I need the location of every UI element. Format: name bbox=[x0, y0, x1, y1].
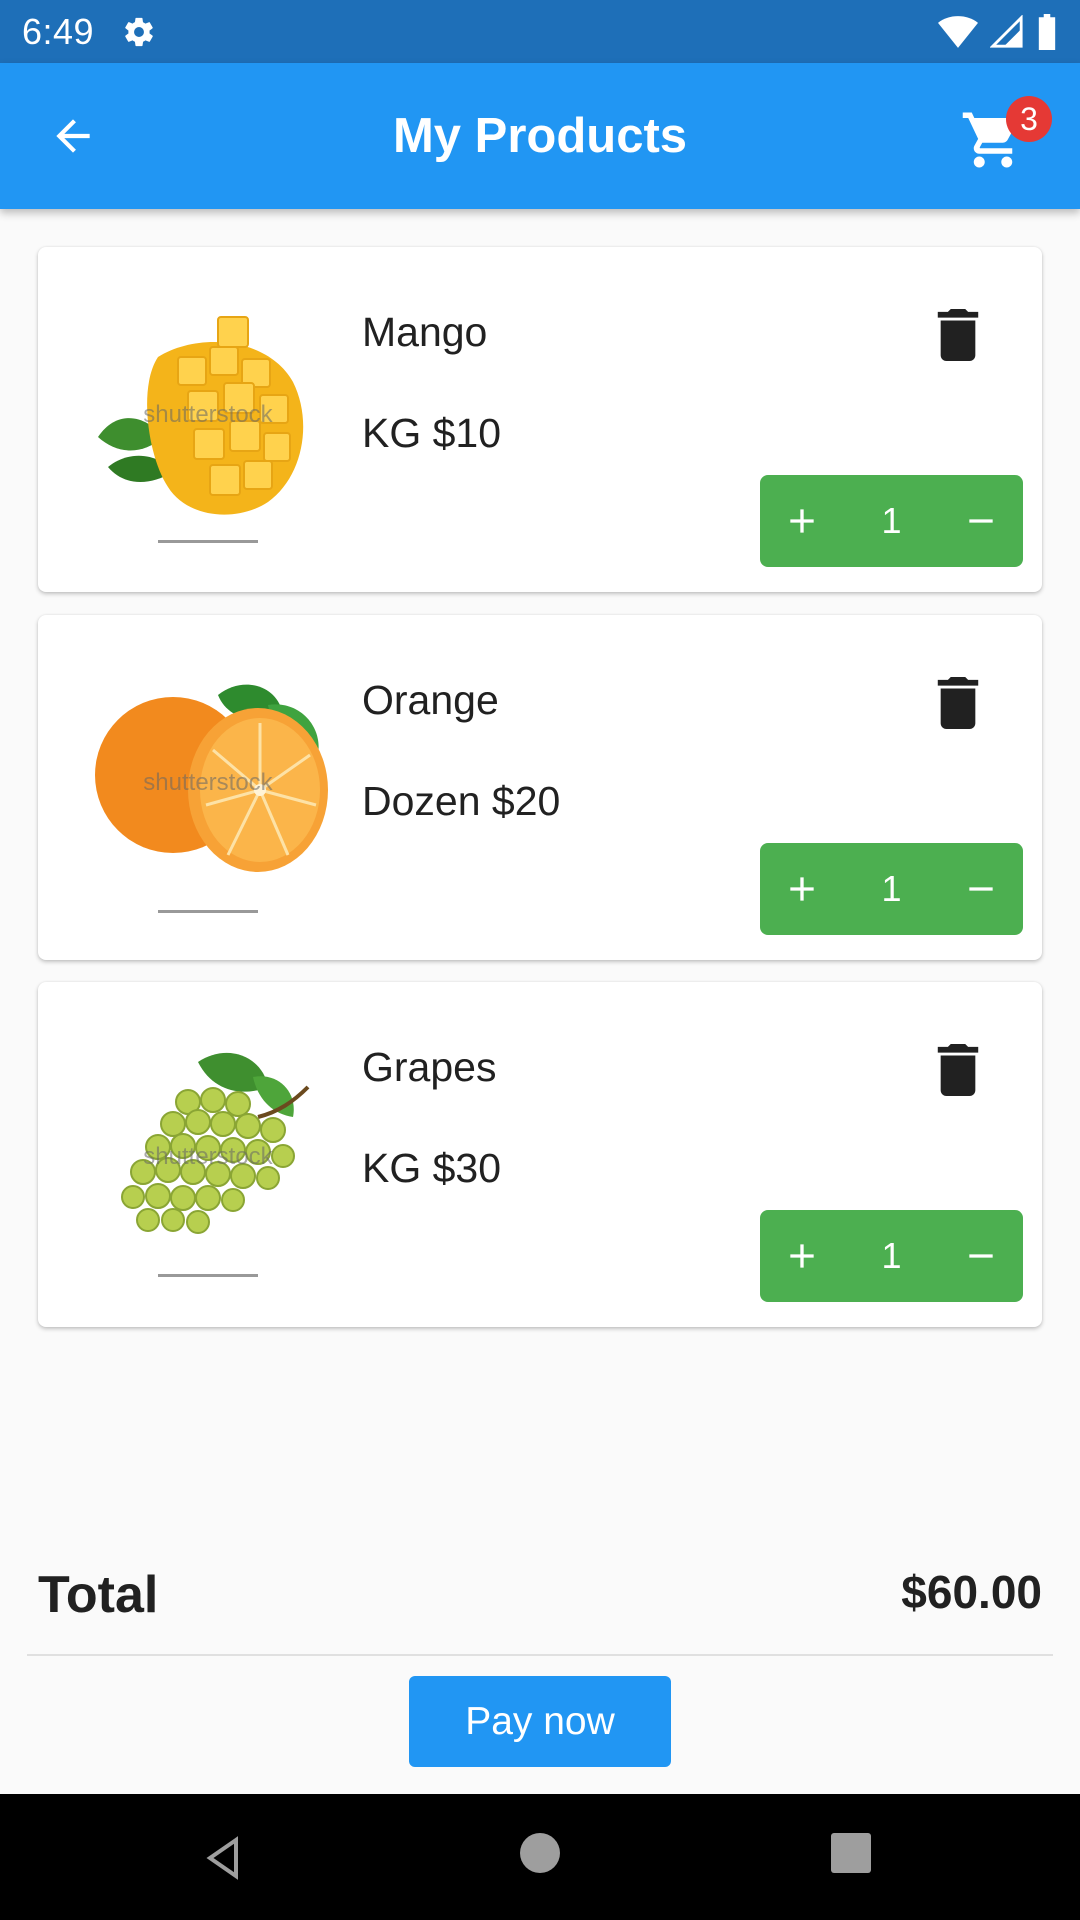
product-card-mango: shutterstock Mango KG $10 1 bbox=[38, 247, 1042, 592]
quantity-value: 1 bbox=[881, 500, 902, 541]
minus-icon bbox=[969, 1254, 993, 1258]
trash-icon bbox=[937, 1044, 979, 1096]
system-nav-bar bbox=[0, 1794, 1080, 1920]
nav-back-icon[interactable] bbox=[200, 1834, 248, 1882]
plus-icon bbox=[790, 1244, 814, 1268]
nav-recents-icon[interactable] bbox=[831, 1833, 871, 1873]
arrow-back-icon bbox=[56, 119, 90, 153]
divider bbox=[27, 1654, 1053, 1656]
battery-icon bbox=[1038, 13, 1056, 50]
pay-now-button[interactable]: Pay now bbox=[409, 1676, 671, 1767]
cart-count-badge: 3 bbox=[1006, 96, 1052, 142]
gear-icon bbox=[122, 14, 158, 50]
quantity-stepper: 1 bbox=[760, 843, 1023, 935]
decrement-button[interactable] bbox=[939, 1210, 1023, 1302]
back-button[interactable] bbox=[44, 107, 102, 165]
status-bar: 6:49 bbox=[0, 0, 1080, 63]
product-card-orange: shutterstock Orange Dozen $20 1 bbox=[38, 615, 1042, 960]
product-price: KG $10 bbox=[362, 410, 502, 456]
page-title: My Products bbox=[392, 109, 688, 163]
watermark-text: shutterstock bbox=[143, 1143, 273, 1170]
status-time: 6:49 bbox=[22, 10, 95, 52]
app-bar: My Products bbox=[0, 63, 1080, 209]
status-icons bbox=[938, 13, 1058, 50]
product-card-grapes: shutterstock Grapes KG $30 1 bbox=[38, 982, 1042, 1327]
trash-icon bbox=[937, 677, 979, 729]
plus-icon bbox=[790, 877, 814, 901]
quantity-stepper: 1 bbox=[760, 475, 1023, 567]
decrement-button[interactable] bbox=[939, 475, 1023, 567]
quantity-stepper: 1 bbox=[760, 1210, 1023, 1302]
total-value: $60.00 bbox=[901, 1566, 1042, 1618]
wifi-icon bbox=[938, 15, 978, 48]
delete-button[interactable] bbox=[936, 309, 980, 361]
increment-button[interactable] bbox=[760, 475, 844, 567]
total-label: Total bbox=[38, 1566, 159, 1624]
decrement-button[interactable] bbox=[939, 843, 1023, 935]
mango-image: shutterstock bbox=[78, 287, 338, 557]
minus-icon bbox=[969, 519, 993, 523]
watermark-text: shutterstock bbox=[143, 769, 273, 796]
delete-button[interactable] bbox=[936, 1044, 980, 1096]
minus-icon bbox=[969, 887, 993, 891]
product-price: KG $30 bbox=[362, 1145, 502, 1191]
quantity-value: 1 bbox=[881, 868, 902, 909]
product-name: Mango bbox=[362, 309, 488, 355]
increment-button[interactable] bbox=[760, 843, 844, 935]
orange-image: shutterstock bbox=[78, 655, 338, 925]
product-name: Grapes bbox=[362, 1044, 497, 1090]
increment-button[interactable] bbox=[760, 1210, 844, 1302]
plus-icon bbox=[790, 509, 814, 533]
product-name: Orange bbox=[362, 677, 499, 723]
product-price: Dozen $20 bbox=[362, 778, 561, 824]
signal-icon bbox=[990, 14, 1023, 48]
watermark-text: shutterstock bbox=[143, 401, 273, 428]
delete-button[interactable] bbox=[936, 677, 980, 729]
grapes-image: shutterstock bbox=[78, 1022, 338, 1292]
trash-icon bbox=[937, 309, 979, 361]
nav-home-icon[interactable] bbox=[520, 1833, 560, 1873]
quantity-value: 1 bbox=[881, 1235, 902, 1276]
